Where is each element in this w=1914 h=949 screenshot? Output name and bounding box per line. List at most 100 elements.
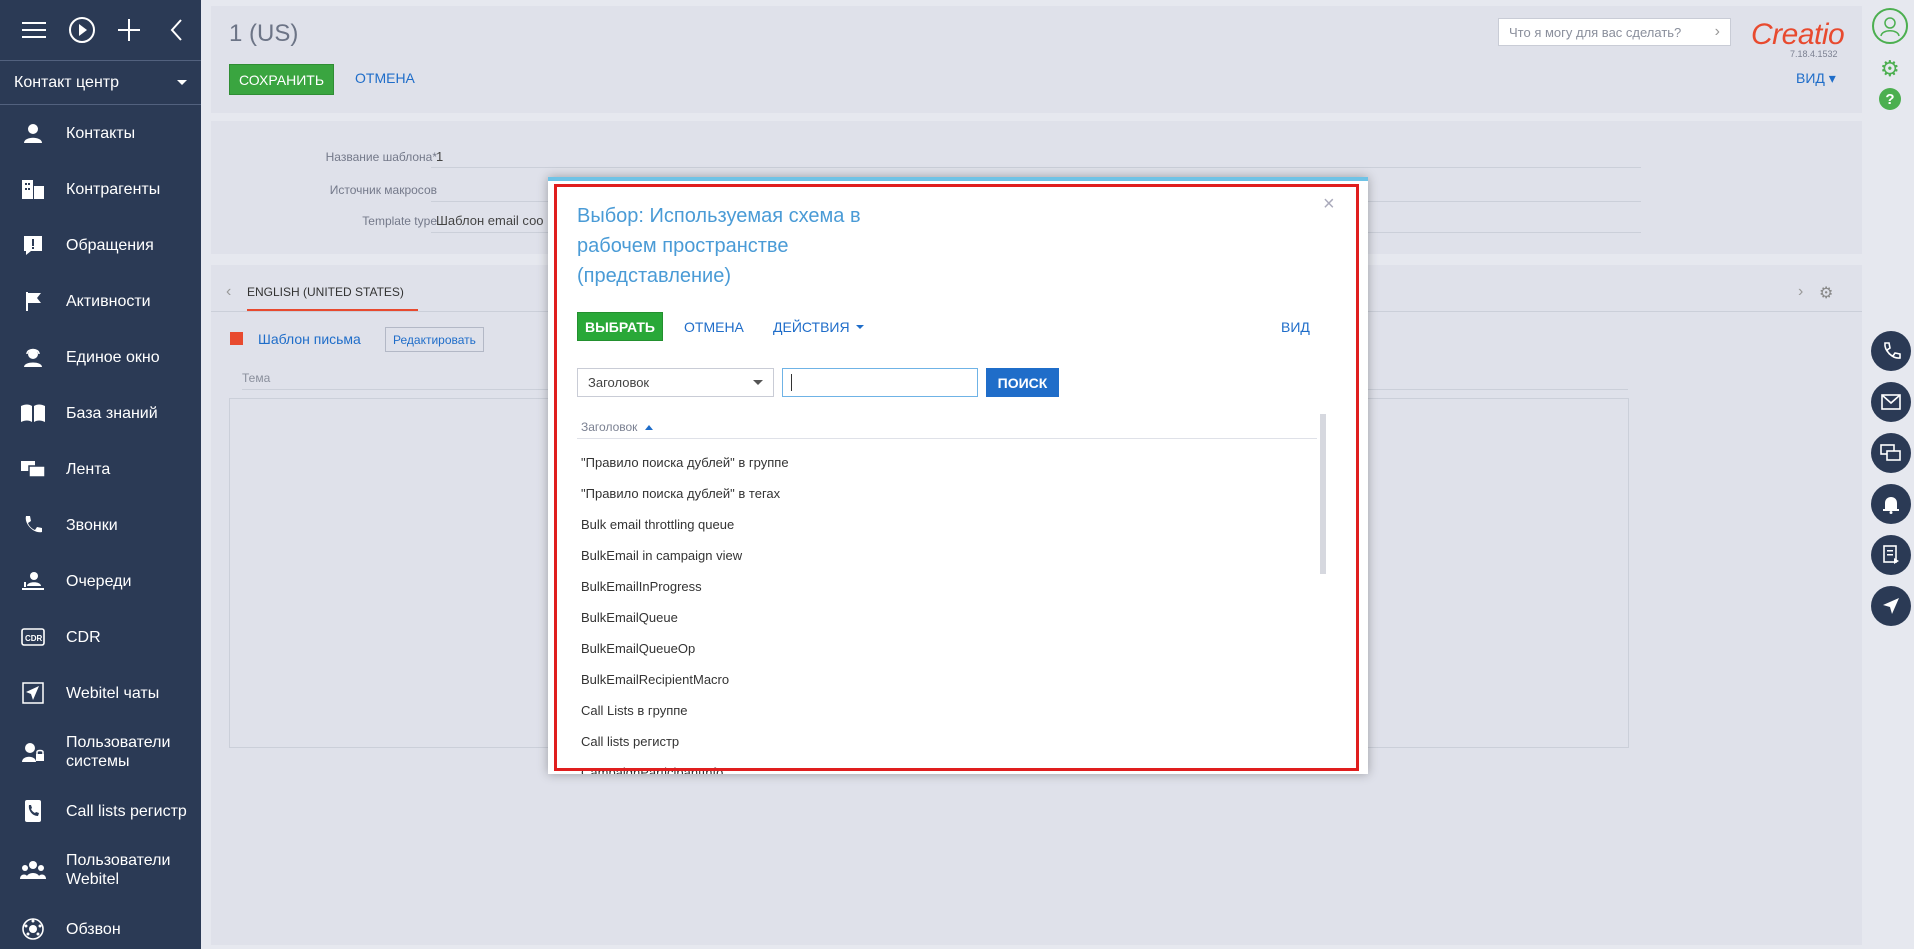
sidebar-item-label: Webitel чаты xyxy=(66,684,160,702)
sidebar-item[interactable]: Пользователи системы xyxy=(0,721,201,783)
chevron-down-icon xyxy=(177,80,187,85)
close-icon[interactable]: × xyxy=(1323,193,1335,216)
right-panel: ⚙ ? xyxy=(1862,0,1914,949)
sidebar-item[interactable]: Единое окно xyxy=(0,329,201,385)
creatio-logo: Creatio xyxy=(1751,18,1845,51)
list-item[interactable]: CampaignParticipantInfo xyxy=(581,757,1281,774)
search-button[interactable]: ПОИСК xyxy=(986,368,1059,397)
sidebar-item[interactable]: Лента xyxy=(0,441,201,497)
select-button[interactable]: ВЫБРАТЬ xyxy=(577,312,663,341)
actions-menu-button[interactable]: ДЕЙСТВИЯ xyxy=(773,319,864,335)
phone-icon xyxy=(18,510,48,540)
exclamation-icon xyxy=(18,230,48,260)
sidebar-item[interactable]: Обращения xyxy=(0,217,201,273)
list-item[interactable]: BulkEmailQueue xyxy=(581,602,1281,633)
view-label: ВИД xyxy=(1796,70,1825,86)
sidebar-item[interactable]: Звонки xyxy=(0,497,201,553)
person-icon xyxy=(18,118,48,148)
sidebar-item[interactable]: Активности xyxy=(0,273,201,329)
workspace-selector[interactable]: Контакт центр xyxy=(0,61,201,105)
page-title: 1 (US) xyxy=(229,20,299,47)
column-header-title[interactable]: Заголовок xyxy=(581,420,654,434)
chevron-right-icon[interactable]: › xyxy=(1715,23,1720,41)
email-template-group[interactable]: Шаблон письма xyxy=(258,331,361,347)
book-icon xyxy=(18,398,48,428)
list-item[interactable]: Bulk email throttling queue xyxy=(581,509,1281,540)
scrollbar[interactable] xyxy=(1320,414,1326,574)
list-item[interactable]: BulkEmailQueueOp xyxy=(581,633,1281,664)
sidebar-item[interactable]: База знаний xyxy=(0,385,201,441)
play-icon[interactable] xyxy=(58,10,106,50)
sidebar-item-label: Звонки xyxy=(66,516,118,534)
list-item[interactable]: Call Lists в группе xyxy=(581,695,1281,726)
send-icon[interactable] xyxy=(1871,586,1911,626)
sidebar-item[interactable]: Пользователи Webitel xyxy=(0,839,201,901)
save-button[interactable]: СОХРАНИТЬ xyxy=(229,64,334,95)
chevron-left-icon[interactable]: ‹ xyxy=(226,283,231,301)
chevron-right-icon[interactable]: › xyxy=(1798,283,1803,301)
sidebar-toolbar xyxy=(0,0,201,60)
sidebar-item[interactable]: Очереди xyxy=(0,553,201,609)
macro-source-label: Источник макросов xyxy=(329,183,437,197)
list-item[interactable]: BulkEmailInProgress xyxy=(581,571,1281,602)
sidebar-item[interactable]: Контакты xyxy=(0,105,201,161)
sidebar-item-label: Пользователи Webitel xyxy=(66,852,171,888)
list-item[interactable]: BulkEmail in campaign view xyxy=(581,540,1281,571)
list-item[interactable]: BulkEmailRecipientMacro xyxy=(581,664,1281,695)
filter-column-select[interactable]: Заголовок xyxy=(577,368,774,397)
filter-column-value: Заголовок xyxy=(588,375,650,390)
template-type-field[interactable]: Шаблон email соо xyxy=(436,213,544,228)
gear-icon[interactable]: ⚙ xyxy=(1880,56,1900,82)
help-icon[interactable]: ? xyxy=(1879,88,1901,110)
person-headset-icon xyxy=(18,342,48,372)
tab-english-us[interactable]: ENGLISH (UNITED STATES) xyxy=(247,285,404,299)
collapse-toggle-icon[interactable] xyxy=(230,332,243,345)
bell-icon[interactable] xyxy=(1871,484,1911,524)
document-icon[interactable] xyxy=(1871,535,1911,575)
sidebar-item-label: Активности xyxy=(66,292,151,310)
sidebar: Контакт центр Контакты Контрагенты Обращен… xyxy=(0,0,201,949)
plus-icon[interactable] xyxy=(106,10,154,50)
template-type-label: Template type xyxy=(362,214,437,228)
sidebar-item[interactable]: CDR CDR xyxy=(0,609,201,665)
sidebar-item[interactable]: Webitel чаты xyxy=(0,665,201,721)
sidebar-menu: Контакты Контрагенты Обращения Активности Ед… xyxy=(0,105,201,949)
flag-icon xyxy=(18,286,48,316)
collapse-icon[interactable] xyxy=(153,10,201,50)
template-name-field[interactable]: 1 xyxy=(436,149,443,164)
dialer-icon xyxy=(18,914,48,944)
search-input[interactable] xyxy=(782,368,978,397)
list-item[interactable]: Call lists регистр xyxy=(581,726,1281,757)
template-name-label: Название шаблона* xyxy=(325,150,437,164)
send-icon xyxy=(18,678,48,708)
dialog-view-button[interactable]: ВИД xyxy=(1281,319,1310,335)
dialog-cancel-button[interactable]: ОТМЕНА xyxy=(684,319,744,335)
subject-label: Тема xyxy=(242,371,271,385)
workspace-label: Контакт центр xyxy=(14,73,119,91)
sidebar-item[interactable]: Контрагенты xyxy=(0,161,201,217)
profile-avatar[interactable] xyxy=(1872,8,1908,44)
sort-asc-icon xyxy=(645,424,654,430)
chat-icon[interactable] xyxy=(1871,433,1911,473)
command-search-input[interactable]: Что я могу для вас сделать? › xyxy=(1498,18,1731,46)
sidebar-item-label: Очереди xyxy=(66,572,132,590)
phone-icon[interactable] xyxy=(1871,331,1911,371)
queue-icon xyxy=(18,566,48,596)
lookup-list: "Правило поиска дублей" в группе "Правило… xyxy=(581,447,1281,774)
view-button[interactable]: ВИД ▾ xyxy=(1796,70,1836,87)
edit-button[interactable]: Редактировать xyxy=(385,327,484,352)
gear-icon[interactable]: ⚙ xyxy=(1819,283,1833,303)
list-item[interactable]: "Правило поиска дублей" в тегах xyxy=(581,478,1281,509)
dialog-title: Выбор: Используемая схема в рабочем прос… xyxy=(577,205,861,287)
sidebar-item[interactable]: Обзвон xyxy=(0,901,201,949)
mail-icon[interactable] xyxy=(1871,382,1911,422)
users-icon xyxy=(18,855,48,885)
sidebar-item-label: Call lists регистр xyxy=(66,802,187,820)
svg-text:CDR: CDR xyxy=(25,634,43,643)
sidebar-item-label: Единое окно xyxy=(66,348,160,366)
list-item[interactable]: "Правило поиска дублей" в группе xyxy=(581,447,1281,478)
sidebar-item[interactable]: Call lists регистр xyxy=(0,783,201,839)
menu-icon[interactable] xyxy=(10,10,58,50)
cancel-button[interactable]: ОТМЕНА xyxy=(355,70,415,86)
sidebar-item-label: Контрагенты xyxy=(66,180,161,198)
